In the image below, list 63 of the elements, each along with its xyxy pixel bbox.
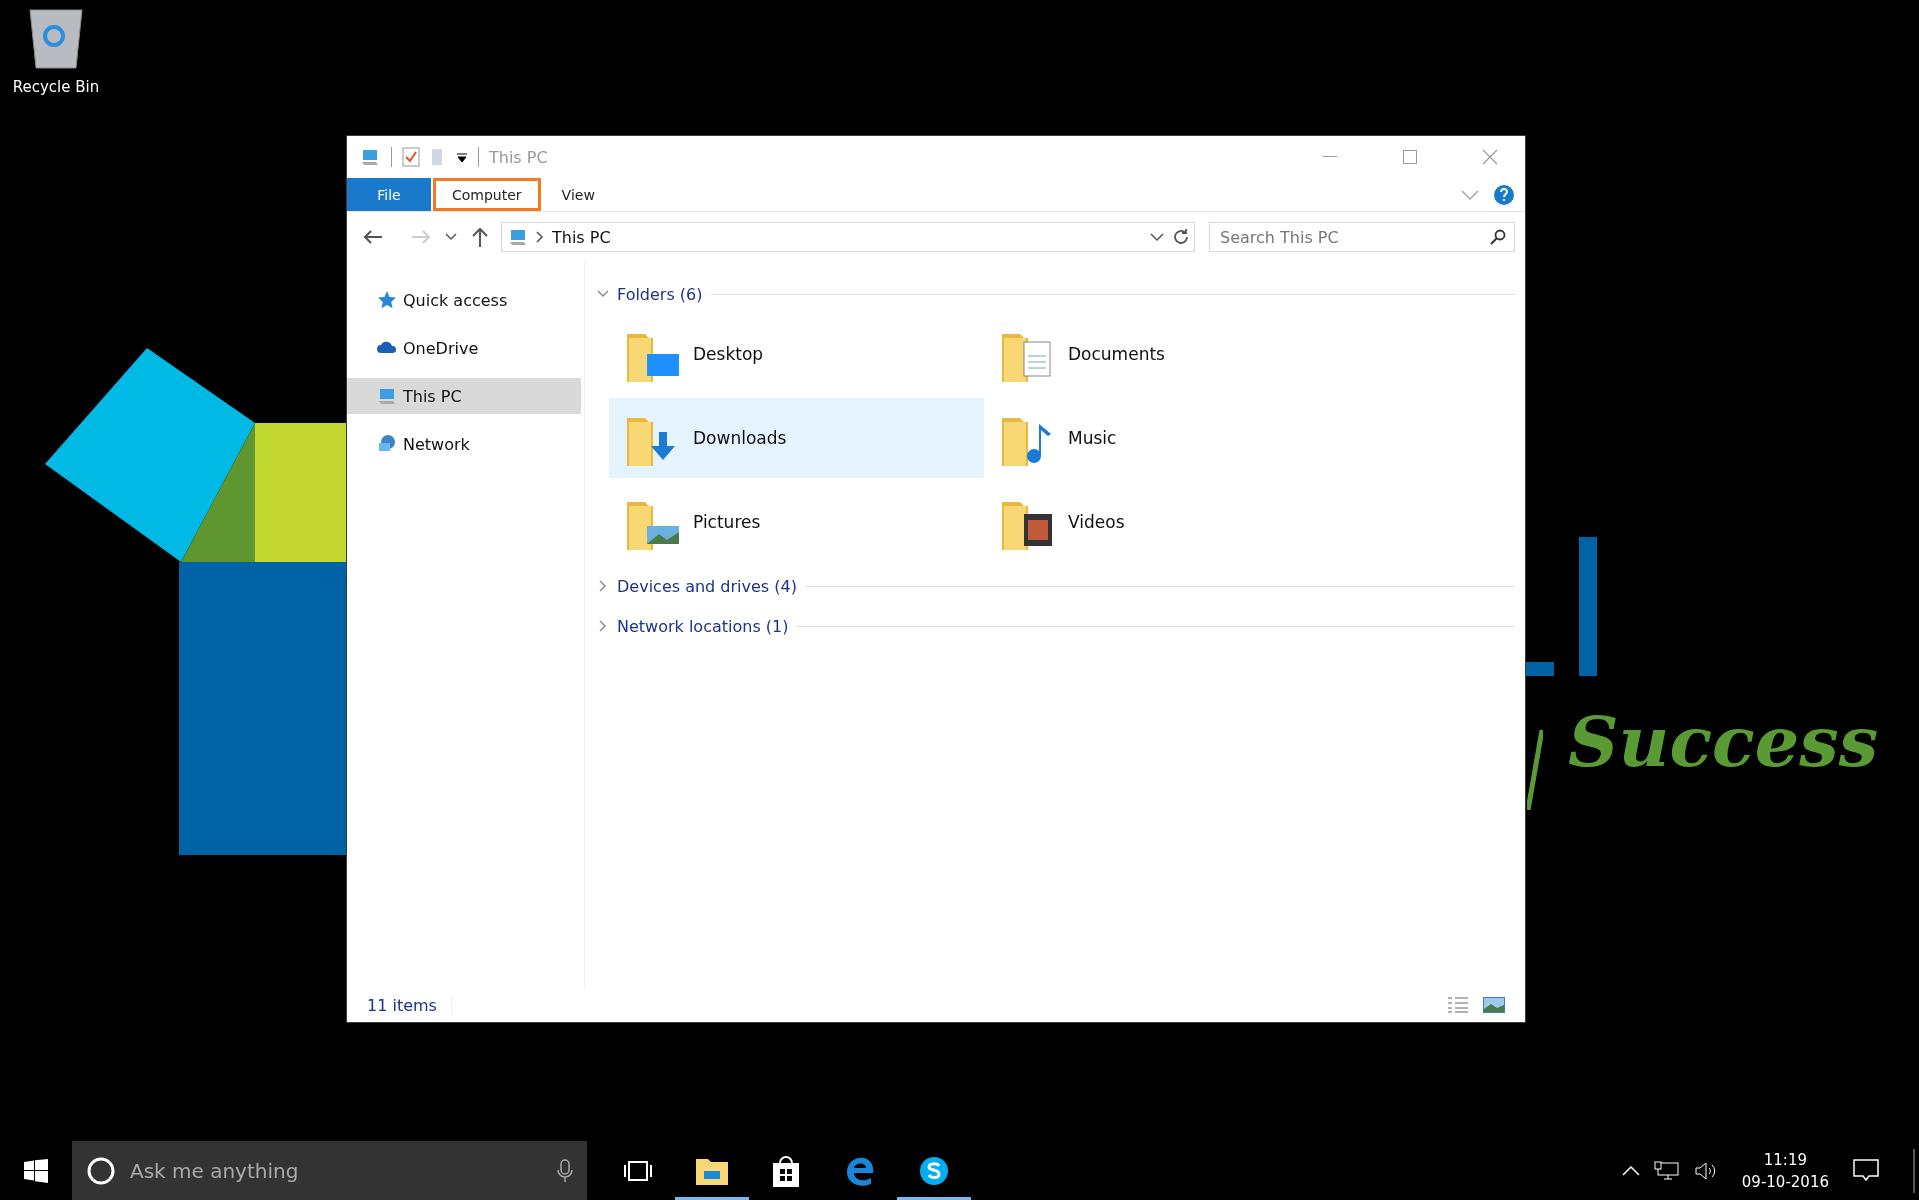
properties-check-icon <box>402 147 420 167</box>
window-title: This PC <box>489 147 548 167</box>
up-arrow-icon <box>471 227 489 247</box>
search-input[interactable]: Search This PC <box>1218 226 1490 248</box>
help-icon <box>1493 183 1515 206</box>
notifications-icon <box>1853 1158 1879 1183</box>
show-hidden-icons-chevron-icon <box>1621 1165 1640 1176</box>
recent-locations-button[interactable] <box>443 231 459 243</box>
store-bag-icon <box>771 1154 801 1187</box>
skype-icon <box>919 1155 949 1186</box>
navigation-item[interactable]: OneDrive <box>347 330 581 366</box>
address-bar[interactable]: This PC <box>501 222 1195 252</box>
network-monitor-icon <box>1653 1160 1680 1181</box>
back-arrow-icon <box>363 229 383 245</box>
cortana-circle-icon <box>86 1155 116 1186</box>
folder-item[interactable]: Documents <box>984 314 1359 394</box>
dropdown-caret-icon <box>456 151 468 163</box>
address-path: This PC <box>552 227 612 247</box>
network-icon <box>377 434 397 454</box>
address-dropdown-icon <box>1150 232 1164 242</box>
maximize-icon <box>1403 150 1417 164</box>
wallpaper-tagline: Success <box>1568 700 1879 783</box>
item-count: 11 items <box>367 995 452 1015</box>
search-icon <box>1490 229 1506 245</box>
microphone-icon <box>557 1158 573 1183</box>
forward-arrow-icon <box>411 229 431 245</box>
clock-date: 09-10-2016 <box>1741 1172 1829 1191</box>
folder-item[interactable]: Music <box>984 398 1359 478</box>
large-icons-view-icon[interactable] <box>1483 997 1505 1013</box>
folder-item[interactable]: Desktop <box>609 314 984 394</box>
recycle-bin-icon <box>26 6 86 72</box>
navigation-item[interactable]: This PC <box>347 378 581 414</box>
search-field[interactable]: Search This PC <box>1209 222 1515 252</box>
folder-item[interactable]: Videos <box>984 482 1359 562</box>
group-header[interactable]: Network locations (1) <box>617 616 789 636</box>
star-icon <box>377 290 397 310</box>
cortana-search-field[interactable]: Ask me anything <box>72 1141 587 1200</box>
ribbon-tab[interactable]: Computer <box>433 178 541 211</box>
clock[interactable]: 11:19 09-10-2016 <box>1731 1150 1839 1191</box>
folder-item[interactable]: Pictures <box>609 482 984 562</box>
group-header[interactable]: Devices and drives (4) <box>617 576 797 596</box>
breadcrumb-chevron-icon <box>536 231 544 243</box>
cortana-search-input[interactable]: Ask me anything <box>128 1157 545 1184</box>
refresh-icon <box>1172 228 1190 246</box>
folder-icon <box>696 1156 728 1185</box>
expand-ribbon-chevron-icon <box>1461 189 1479 200</box>
computer-icon <box>377 386 397 406</box>
minimize-icon <box>1323 156 1337 158</box>
speaker-icon <box>1693 1160 1718 1181</box>
windows-logo-icon <box>24 1158 48 1183</box>
group-header[interactable]: Folders (6) <box>617 284 703 304</box>
browser-e-icon <box>845 1155 875 1186</box>
file-menu-tab[interactable]: File <box>347 178 431 211</box>
desktop-icon-label[interactable]: Recycle Bin <box>12 78 100 96</box>
task-view-icon <box>624 1159 652 1182</box>
folder-item[interactable]: Downloads <box>609 398 984 478</box>
computer-icon <box>508 227 528 247</box>
navigation-item[interactable]: Quick access <box>347 282 581 318</box>
close-icon <box>1482 149 1498 165</box>
navigation-item[interactable]: Network <box>347 426 581 462</box>
chevron-down-icon <box>445 233 457 241</box>
computer-icon <box>359 147 381 167</box>
clock-time: 11:19 <box>1763 1150 1807 1169</box>
